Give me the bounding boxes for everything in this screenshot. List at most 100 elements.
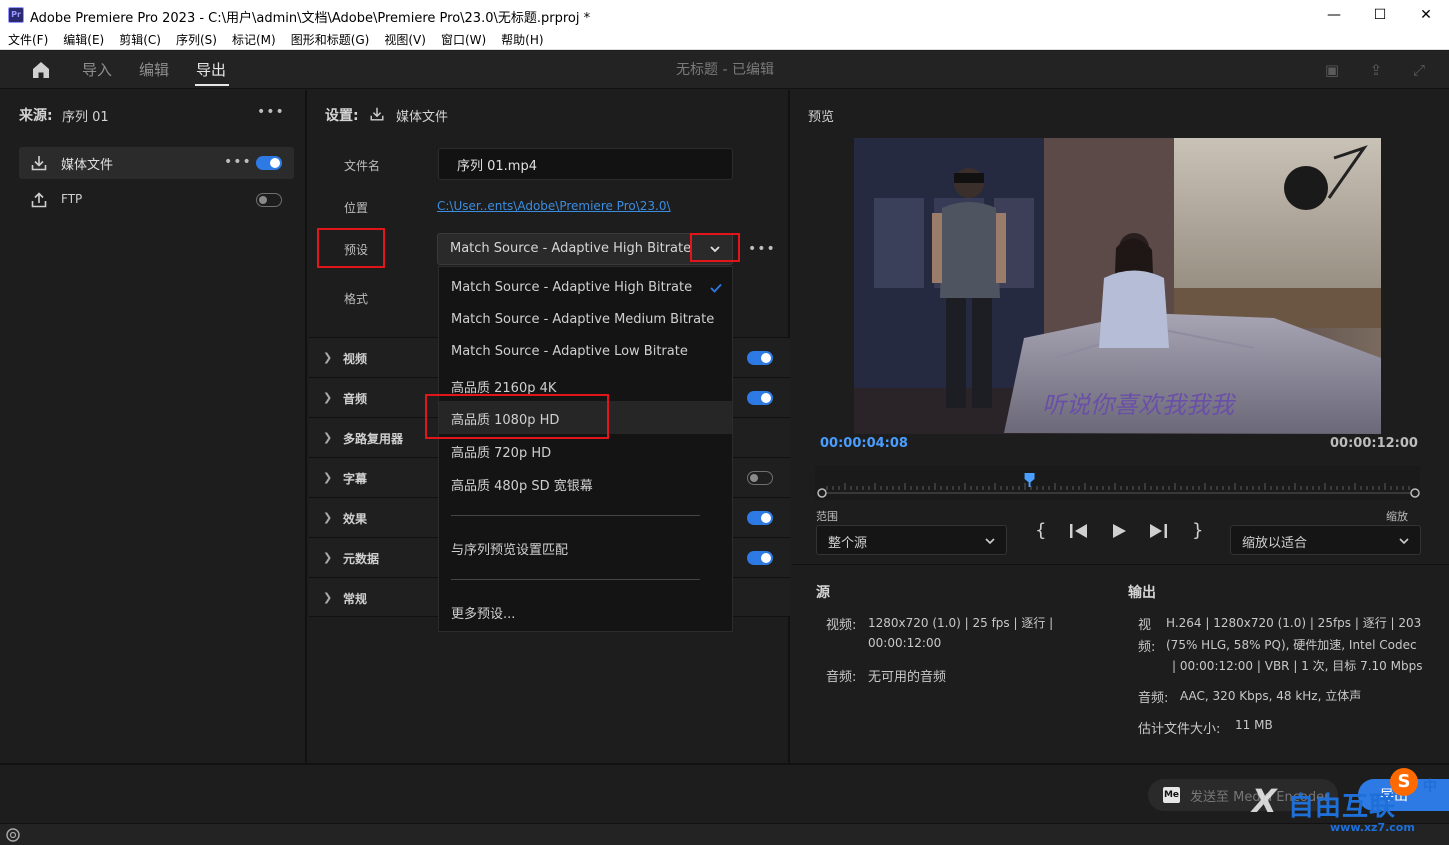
ime-lang-badge: 中 — [1423, 779, 1437, 795]
mark-out-icon[interactable]: } — [1192, 520, 1203, 541]
match-sequence-option[interactable]: 与序列预览设置匹配 — [451, 539, 568, 558]
current-timecode[interactable]: 00:00:04:08 — [820, 436, 908, 451]
fullscreen-icon[interactable]: ⤢ — [1410, 61, 1428, 79]
effects-toggle[interactable] — [747, 511, 773, 525]
source-video-line1: 1280x720 (1.0) | 25 fps | 逐行 | — [868, 616, 1054, 630]
menu-clip[interactable]: 剪辑(C) — [111, 30, 168, 50]
file-size-label: 估计文件大小: — [1138, 722, 1221, 737]
output-audio-value: AAC, 320 Kbps, 48 kHz, 立体声 — [1180, 689, 1362, 703]
source-video-label: 视频: — [826, 618, 857, 633]
creative-cloud-icon[interactable] — [6, 828, 20, 842]
metadata-toggle[interactable] — [747, 551, 773, 565]
menu-view[interactable]: 视图(V) — [376, 30, 433, 50]
preset-label: 预设 — [344, 243, 369, 257]
preset-option[interactable]: Match Source - Adaptive High Bitrate — [451, 280, 692, 295]
chevron-right-icon: ❯ — [323, 431, 333, 444]
preview-video-frame: 听说你喜欢我我我 — [854, 138, 1381, 434]
menu-help[interactable]: 帮助(H) — [493, 30, 550, 50]
source-sequence: 序列 01 — [62, 110, 109, 125]
tab-edit[interactable]: 编辑 — [139, 59, 169, 80]
filename-label: 文件名 — [344, 159, 381, 173]
preset-value: Match Source - Adaptive High Bitrate — [450, 241, 692, 256]
preset-option[interactable]: Match Source - Adaptive Medium Bitrate — [451, 312, 714, 327]
preview-scrubber[interactable] — [815, 466, 1420, 500]
destination-more-icon[interactable]: ••• — [224, 154, 252, 170]
window-title: Adobe Premiere Pro 2023 - C:\用户\admin\文档… — [30, 11, 591, 26]
ftp-toggle[interactable] — [256, 193, 282, 207]
output-video-line2: (75% HLG, 58% PQ), 硬件加速, Intel Codec — [1166, 638, 1417, 652]
chevron-down-icon — [1399, 538, 1409, 545]
menu-window[interactable]: 窗口(W) — [433, 30, 493, 50]
tab-export[interactable]: 导出 — [196, 59, 226, 80]
preset-more-icon[interactable]: ••• — [748, 241, 776, 257]
chevron-right-icon: ❯ — [323, 471, 333, 484]
section-label: 音频 — [343, 392, 368, 406]
audio-toggle[interactable] — [747, 391, 773, 405]
maximize-button[interactable]: ☐ — [1357, 0, 1403, 30]
chevron-down-icon — [985, 538, 995, 545]
section-label: 多路复用器 — [343, 432, 404, 446]
chevron-down-icon[interactable] — [709, 243, 721, 255]
mark-in-icon[interactable]: { — [1035, 520, 1046, 541]
source-video-line2: 00:00:12:00 — [868, 636, 942, 650]
chevron-right-icon: ❯ — [323, 591, 333, 604]
output-audio-label: 音频: — [1138, 691, 1169, 706]
section-label: 效果 — [343, 512, 368, 526]
download-icon — [31, 156, 47, 171]
end-timecode: 00:00:12:00 — [1330, 436, 1418, 451]
zoom-value: 缩放以适合 — [1242, 536, 1308, 551]
format-label: 格式 — [344, 292, 369, 306]
location-label: 位置 — [344, 201, 369, 215]
media-file-toggle[interactable] — [256, 156, 282, 170]
source-panel: 来源: 序列 01 ••• 媒体文件 ••• FTP — [0, 90, 307, 763]
output-video-line1: H.264 | 1280x720 (1.0) | 25fps | 逐行 | 20… — [1166, 616, 1422, 630]
source-audio-value: 无可用的音频 — [868, 670, 947, 685]
zoom-select[interactable]: 缩放以适合 — [1230, 525, 1421, 555]
destination-media-file[interactable]: 媒体文件 ••• — [19, 147, 294, 179]
range-label: 范围 — [816, 510, 838, 523]
download-icon — [370, 107, 384, 121]
menu-bar: 文件(F) 编辑(E) 剪辑(C) 序列(S) 标记(M) 图形和标题(G) 视图(V) 窗口… — [0, 30, 1449, 50]
source-info-heading: 源 — [816, 585, 830, 601]
menu-sequence[interactable]: 序列(S) — [168, 30, 224, 50]
preset-option[interactable]: 高品质 480p SD 宽银幕 — [451, 475, 593, 494]
menu-marker[interactable]: 标记(M) — [224, 30, 283, 50]
filename-input[interactable]: 序列 01.mp4 — [438, 148, 733, 180]
settings-label: 设置: — [325, 108, 359, 124]
source-more-icon[interactable]: ••• — [257, 104, 285, 120]
range-select[interactable]: 整个源 — [816, 525, 1007, 555]
chevron-right-icon: ❯ — [323, 551, 333, 564]
video-subtitle: 听说你喜欢我我我 — [1042, 391, 1234, 419]
bottom-bar: Me 发送至 Media Encoder 导出 — [0, 763, 1449, 823]
premiere-app-icon: Pr — [8, 7, 24, 23]
step-forward-icon[interactable] — [1148, 523, 1168, 539]
chevron-right-icon: ❯ — [323, 351, 333, 364]
quick-export-icon[interactable]: ▣ — [1323, 61, 1341, 79]
status-bar — [0, 823, 1449, 845]
play-icon[interactable] — [1111, 523, 1127, 539]
minimize-button[interactable]: — — [1311, 0, 1357, 30]
menu-edit[interactable]: 编辑(E) — [55, 30, 111, 50]
menu-file[interactable]: 文件(F) — [0, 30, 55, 50]
more-presets-option[interactable]: 更多预设... — [451, 603, 515, 622]
settings-target: 媒体文件 — [396, 110, 449, 125]
section-label: 视频 — [343, 352, 368, 366]
location-link[interactable]: C:\User..ents\Adobe\Premiere Pro\23.0\ — [437, 199, 671, 213]
captions-toggle[interactable] — [747, 471, 773, 485]
section-label: 常规 — [343, 592, 368, 606]
tab-import[interactable]: 导入 — [82, 59, 112, 80]
preset-option[interactable]: 高品质 720p HD — [451, 442, 551, 461]
output-video-label-1: 视 — [1138, 618, 1152, 633]
preset-option[interactable]: Match Source - Adaptive Low Bitrate — [451, 344, 688, 359]
checkmark-icon — [710, 283, 722, 293]
video-toggle[interactable] — [747, 351, 773, 365]
share-icon[interactable]: ⇪ — [1367, 61, 1385, 79]
upload-icon — [31, 192, 47, 208]
step-back-icon[interactable] — [1069, 523, 1089, 539]
menu-graphics[interactable]: 图形和标题(G) — [283, 30, 377, 50]
preset-dropdown[interactable]: Match Source - Adaptive High Bitrate — [437, 233, 733, 265]
close-button[interactable]: ✕ — [1403, 0, 1449, 30]
destination-ftp[interactable]: FTP — [19, 184, 294, 216]
source-audio-label: 音频: — [826, 670, 857, 685]
home-icon[interactable] — [30, 59, 52, 81]
